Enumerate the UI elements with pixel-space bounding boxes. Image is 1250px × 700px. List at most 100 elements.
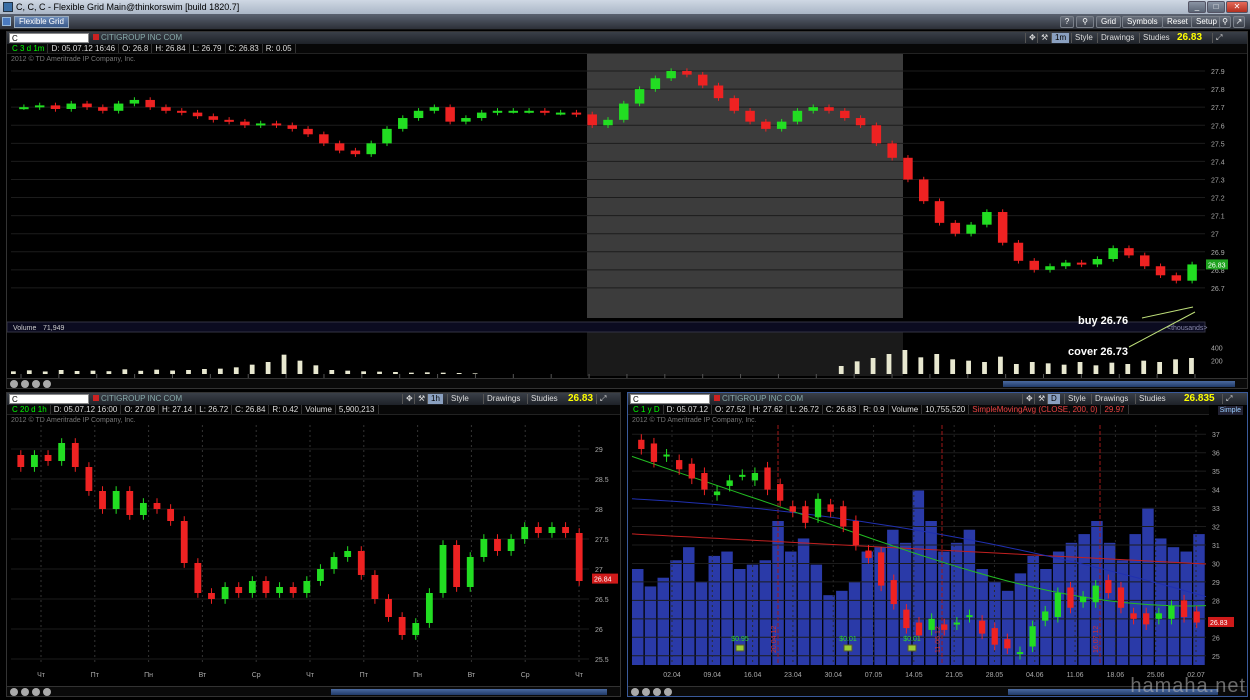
- style-button[interactable]: Style: [1064, 394, 1089, 404]
- y-tick-label: 25.5: [595, 657, 609, 664]
- candle-body: [1180, 600, 1188, 617]
- candle-body: [66, 103, 76, 109]
- y-tick-label: 27.2: [1211, 196, 1225, 203]
- candle-body: [1045, 266, 1055, 270]
- chart-scrollbar[interactable]: [7, 378, 1247, 388]
- candle-body: [638, 439, 645, 449]
- drawings-button[interactable]: Drawings: [483, 394, 523, 404]
- y-tick-label: 27.3: [1211, 177, 1225, 184]
- chart-scrollbar[interactable]: [7, 686, 620, 696]
- candle-body: [413, 110, 424, 119]
- volume-bar: [1027, 555, 1039, 665]
- x-tick-label: Пт: [360, 672, 369, 679]
- candle-body: [85, 467, 93, 491]
- chart-top-svg[interactable]: 27.9 27.8 27.7 27.6 27.5 27.4 27.3 27.2 27.1 27 26…: [7, 54, 1247, 380]
- reset-button[interactable]: Reset: [1162, 16, 1193, 28]
- candle-body: [153, 503, 161, 509]
- expand-icon[interactable]: ⤢: [1222, 394, 1235, 404]
- dividend-label: $0.01: [839, 636, 857, 643]
- grid-icon[interactable]: [2, 17, 11, 26]
- zoom-out-icon[interactable]: [642, 688, 650, 696]
- candle-body: [792, 110, 803, 122]
- link-icon[interactable]: ⚲: [1076, 16, 1094, 28]
- symbol-input[interactable]: C: [630, 394, 710, 404]
- candle-body: [890, 580, 897, 605]
- volume-bar: [377, 371, 382, 374]
- volume-bar: [695, 582, 708, 665]
- y-tick-label: 34: [1212, 488, 1220, 495]
- volume-bar: [1013, 364, 1019, 374]
- zoom-in-icon[interactable]: [631, 688, 639, 696]
- period-button[interactable]: 1h: [427, 394, 443, 404]
- candle-body: [991, 628, 998, 645]
- minimize-button[interactable]: _: [1188, 1, 1206, 13]
- candle-body: [317, 569, 324, 581]
- grid-button[interactable]: Grid: [1096, 16, 1122, 28]
- candle-body: [194, 563, 202, 593]
- last-price-tag: 26.84: [594, 577, 612, 584]
- volume-bar: [138, 370, 144, 374]
- zoom-reset-icon[interactable]: [664, 688, 672, 696]
- zoom-in-icon[interactable]: [10, 380, 18, 388]
- zoom-fit-icon[interactable]: [32, 380, 40, 388]
- volume-bar: [759, 560, 772, 665]
- pin-icon[interactable]: ⚲: [1219, 16, 1231, 28]
- help-icon[interactable]: ?: [1060, 16, 1074, 28]
- scroll-thumb[interactable]: [331, 689, 607, 695]
- drawings-button[interactable]: Drawings: [1097, 33, 1137, 43]
- maximize-button[interactable]: □: [1207, 1, 1225, 13]
- y-tick-label: 35: [1212, 469, 1220, 476]
- candle-body: [17, 455, 25, 467]
- volume-bar: [1077, 362, 1083, 374]
- period-button[interactable]: D: [1047, 394, 1060, 404]
- candle-body: [350, 150, 361, 155]
- bar-high: H: 26.84: [152, 44, 190, 53]
- y-tick-label: 28: [595, 507, 603, 514]
- symbol-input[interactable]: C: [9, 394, 89, 404]
- symbol-input[interactable]: C: [9, 33, 89, 43]
- studies-button[interactable]: Studies: [527, 394, 561, 404]
- chart-bottom-left-svg[interactable]: 29 28.5 28 27.5 27 26.5 26 25.5 Чт Пт Пн Вт Ср Чт Пт Пн…: [7, 415, 620, 687]
- candle-body: [978, 620, 986, 634]
- zoom-out-icon[interactable]: [21, 688, 29, 696]
- candle-body: [371, 575, 379, 599]
- zoom-fit-icon[interactable]: [653, 688, 661, 696]
- close-button[interactable]: ✕: [1226, 1, 1248, 13]
- candle-body: [1092, 585, 1099, 603]
- period-button[interactable]: 1m: [1051, 33, 1070, 43]
- style-button[interactable]: Style: [1071, 33, 1096, 43]
- zoom-reset-icon[interactable]: [43, 688, 51, 696]
- candle-body: [950, 222, 961, 234]
- scale-mode-label[interactable]: Simple: [1217, 406, 1243, 415]
- drawings-button[interactable]: Drawings: [1091, 394, 1131, 404]
- y-tick-label: 28: [1212, 598, 1220, 605]
- annotation-buy: buy 26.76: [1078, 315, 1128, 327]
- volume-label: Volume: [302, 405, 336, 414]
- studies-button[interactable]: Studies: [1139, 33, 1173, 43]
- zoom-fit-icon[interactable]: [32, 688, 40, 696]
- candle-body: [1124, 248, 1134, 256]
- candle-body: [262, 581, 270, 593]
- studies-button[interactable]: Studies: [1135, 394, 1169, 404]
- bar-info: C 1 y D D: 05.07.12 O: 27.52 H: 27.62 L: 26.…: [628, 405, 1209, 415]
- volume-bar: [902, 350, 908, 374]
- company-name: CITIGROUP INC COM: [93, 394, 182, 404]
- volume-bar: [854, 361, 860, 374]
- setup-button[interactable]: Setup: [1191, 16, 1222, 28]
- volume-bar: [1103, 542, 1116, 665]
- style-button[interactable]: Style: [447, 394, 472, 404]
- expand-icon[interactable]: ⤢: [596, 394, 609, 404]
- menubar: Flexible Grid ? ⚲ Grid Symbols Reset Set…: [0, 14, 1250, 30]
- tab-flexible-grid[interactable]: Flexible Grid: [14, 16, 69, 28]
- scroll-thumb[interactable]: [1003, 381, 1235, 387]
- symbols-button[interactable]: Symbols: [1122, 16, 1163, 28]
- zoom-in-icon[interactable]: [10, 688, 18, 696]
- zoom-reset-icon[interactable]: [43, 380, 51, 388]
- chart-bottom-right-svg[interactable]: 3736353433323130292827262502.0409.0416.0…: [628, 415, 1247, 687]
- expand-icon[interactable]: ⤢: [1212, 33, 1225, 43]
- wrench-icon[interactable]: ⚒: [1037, 33, 1051, 43]
- detach-icon[interactable]: ↗: [1233, 16, 1245, 28]
- zoom-out-icon[interactable]: [21, 380, 29, 388]
- candle-body: [713, 491, 721, 496]
- volume-value: 5,900,213: [336, 405, 379, 414]
